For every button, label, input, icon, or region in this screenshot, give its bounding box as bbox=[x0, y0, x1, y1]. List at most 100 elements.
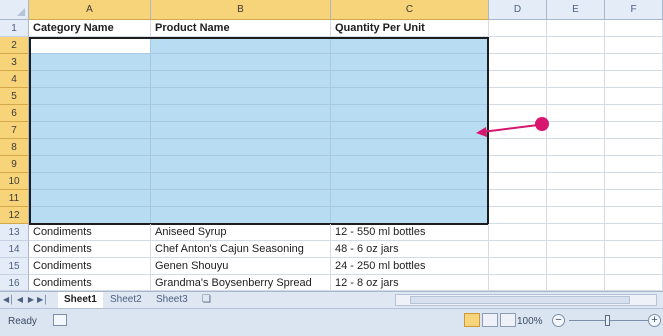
cell-empty[interactable] bbox=[605, 224, 663, 241]
selected-cell[interactable] bbox=[29, 88, 151, 105]
cell-empty[interactable] bbox=[605, 54, 663, 71]
selected-cell[interactable] bbox=[151, 190, 331, 207]
cell-category[interactable]: Condiments bbox=[29, 241, 151, 258]
select-all-button[interactable] bbox=[0, 0, 29, 20]
row-number[interactable]: 13 bbox=[0, 224, 29, 241]
column-header-f[interactable]: F bbox=[605, 0, 663, 20]
cell-empty[interactable] bbox=[605, 20, 663, 37]
zoom-slider-thumb[interactable] bbox=[605, 315, 610, 326]
cell-empty[interactable] bbox=[489, 156, 547, 173]
selected-cell[interactable] bbox=[331, 156, 489, 173]
zoom-in-icon[interactable]: + bbox=[648, 314, 661, 327]
cell-empty[interactable] bbox=[547, 156, 605, 173]
selected-cell[interactable] bbox=[331, 37, 489, 54]
cell-quantity[interactable]: 12 - 8 oz jars bbox=[331, 275, 489, 291]
row-number[interactable]: 15 bbox=[0, 258, 29, 275]
cell-empty[interactable] bbox=[489, 20, 547, 37]
selected-cell[interactable] bbox=[151, 54, 331, 71]
selected-cell[interactable] bbox=[29, 122, 151, 139]
cell-quantity[interactable]: 48 - 6 oz jars bbox=[331, 241, 489, 258]
zoom-level[interactable]: 100% bbox=[517, 316, 543, 327]
cell-category[interactable]: Condiments bbox=[29, 258, 151, 275]
cell-empty[interactable] bbox=[605, 139, 663, 156]
normal-view-icon[interactable] bbox=[464, 313, 480, 327]
nav-prev-icon[interactable]: ◀ bbox=[15, 293, 25, 306]
selected-cell[interactable] bbox=[331, 173, 489, 190]
scrollbar-thumb[interactable] bbox=[410, 296, 630, 304]
cell-empty[interactable] bbox=[605, 105, 663, 122]
cell-empty[interactable] bbox=[547, 224, 605, 241]
cell-product[interactable]: Aniseed Syrup bbox=[151, 224, 331, 241]
cell-empty[interactable] bbox=[489, 173, 547, 190]
row-number[interactable]: 14 bbox=[0, 241, 29, 258]
cell-quantity[interactable]: 24 - 250 ml bottles bbox=[331, 258, 489, 275]
cell-empty[interactable] bbox=[547, 20, 605, 37]
cell-empty[interactable] bbox=[489, 88, 547, 105]
selected-cell[interactable] bbox=[151, 71, 331, 88]
selected-cell[interactable] bbox=[331, 105, 489, 122]
selected-cell[interactable] bbox=[151, 173, 331, 190]
macro-record-icon[interactable] bbox=[53, 314, 67, 326]
selected-cell[interactable] bbox=[331, 54, 489, 71]
selected-cell[interactable] bbox=[29, 173, 151, 190]
row-number[interactable]: 5 bbox=[0, 88, 29, 105]
row-number[interactable]: 11 bbox=[0, 190, 29, 207]
cell-product[interactable]: Grandma's Boysenberry Spread bbox=[151, 275, 331, 291]
cell-empty[interactable] bbox=[547, 88, 605, 105]
cell-empty[interactable] bbox=[489, 207, 547, 224]
selected-cell[interactable] bbox=[151, 105, 331, 122]
cell-quantity[interactable]: 12 - 550 ml bottles bbox=[331, 224, 489, 241]
cell-empty[interactable] bbox=[547, 275, 605, 291]
cell-empty[interactable] bbox=[605, 173, 663, 190]
cell-empty[interactable] bbox=[489, 258, 547, 275]
cell-empty[interactable] bbox=[547, 173, 605, 190]
cell-empty[interactable] bbox=[547, 190, 605, 207]
row-number[interactable]: 10 bbox=[0, 173, 29, 190]
page-layout-icon[interactable] bbox=[482, 313, 498, 327]
row-number[interactable]: 6 bbox=[0, 105, 29, 122]
cell-header-product[interactable]: Product Name bbox=[151, 20, 331, 37]
cell-empty[interactable] bbox=[489, 71, 547, 88]
cell-empty[interactable] bbox=[605, 156, 663, 173]
cell-empty[interactable] bbox=[605, 207, 663, 224]
selected-cell[interactable] bbox=[29, 105, 151, 122]
cell-empty[interactable] bbox=[605, 71, 663, 88]
row-number[interactable]: 12 bbox=[0, 207, 29, 224]
nav-next-icon[interactable]: ▶ bbox=[26, 293, 36, 306]
row-number[interactable]: 3 bbox=[0, 54, 29, 71]
selected-cell[interactable] bbox=[151, 88, 331, 105]
cell-product[interactable]: Chef Anton's Cajun Seasoning bbox=[151, 241, 331, 258]
column-header-c[interactable]: C bbox=[331, 0, 489, 20]
cell-header-quantity[interactable]: Quantity Per Unit bbox=[331, 20, 489, 37]
selected-cell[interactable] bbox=[151, 156, 331, 173]
selected-cell[interactable] bbox=[151, 207, 331, 224]
column-header-b[interactable]: B bbox=[151, 0, 331, 20]
selected-cell[interactable] bbox=[331, 190, 489, 207]
selected-cell[interactable] bbox=[29, 207, 151, 224]
cell-empty[interactable] bbox=[605, 88, 663, 105]
cell-empty[interactable] bbox=[489, 224, 547, 241]
selected-cell[interactable] bbox=[29, 139, 151, 156]
row-number[interactable]: 8 bbox=[0, 139, 29, 156]
cell-product[interactable]: Genen Shouyu bbox=[151, 258, 331, 275]
row-number[interactable]: 9 bbox=[0, 156, 29, 173]
tab-sheet3[interactable]: Sheet3 bbox=[150, 292, 194, 307]
cell-empty[interactable] bbox=[605, 37, 663, 54]
cell-empty[interactable] bbox=[547, 241, 605, 258]
cell-empty[interactable] bbox=[489, 275, 547, 291]
cell-empty[interactable] bbox=[605, 190, 663, 207]
cell-category[interactable]: Condiments bbox=[29, 224, 151, 241]
selected-cell[interactable] bbox=[29, 71, 151, 88]
nav-first-icon[interactable]: ◀│ bbox=[3, 293, 14, 306]
cell-empty[interactable] bbox=[605, 122, 663, 139]
row-number[interactable]: 4 bbox=[0, 71, 29, 88]
selected-cell[interactable] bbox=[331, 122, 489, 139]
selected-cell[interactable] bbox=[331, 139, 489, 156]
insert-sheet-icon[interactable]: ❏ bbox=[196, 292, 217, 307]
zoom-out-icon[interactable]: − bbox=[552, 314, 565, 327]
selected-cell[interactable] bbox=[151, 139, 331, 156]
row-number[interactable]: 2 bbox=[0, 37, 29, 54]
row-number[interactable]: 7 bbox=[0, 122, 29, 139]
cell-empty[interactable] bbox=[489, 190, 547, 207]
selected-cell[interactable] bbox=[29, 190, 151, 207]
